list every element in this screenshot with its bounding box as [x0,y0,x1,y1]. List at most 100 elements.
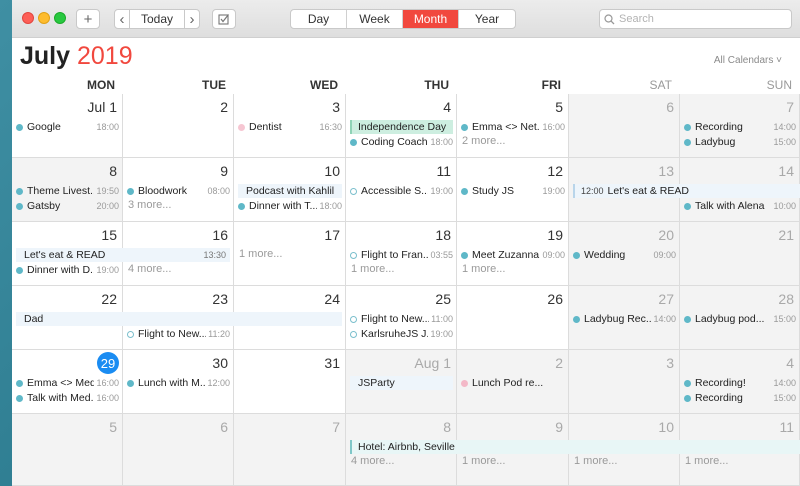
tasks-button[interactable] [212,9,236,29]
day-number: 19 [547,227,563,243]
calendar-event[interactable]: Ladybug 15:00 [684,135,796,149]
calendar-event[interactable]: Recording! 14:00 [684,376,796,390]
day-cell[interactable]: 21 [680,222,800,286]
more-events-link[interactable]: 1 more... [462,455,505,467]
year-label: 2019 [76,42,133,70]
calendar-event[interactable]: Bloodwork 08:00 [127,184,230,198]
search-input[interactable] [619,13,779,25]
minimize-window-button[interactable] [38,12,50,24]
calendar-event[interactable]: Recording 15:00 [684,391,796,405]
more-events-link[interactable]: 2 more... [462,135,505,147]
day-cell[interactable]: 2 [123,94,234,158]
calendar-event[interactable]: Talk with Med... 16:00 [16,391,119,405]
more-events-link[interactable]: 3 more... [128,199,171,211]
event-time: 19:00 [96,265,119,275]
day-cell[interactable]: 3 Dentist 16:30 [234,94,346,158]
calendar-event[interactable]: Ladybug pod... 15:00 [684,312,796,326]
multi-day-event[interactable]: Podcast with Kahlil [238,184,342,198]
today-button[interactable]: Today [129,9,185,29]
more-events-link[interactable]: 4 more... [351,455,394,467]
calendar-event[interactable]: Lunch with M... 12:00 [127,376,230,390]
calendar-event[interactable]: Ladybug Rec... 14:00 [573,312,676,326]
next-month-button[interactable]: › [184,9,200,29]
more-events-link[interactable]: 1 more... [574,455,617,467]
event-time: 08:00 [207,186,230,196]
calendar-event[interactable]: Recording 14:00 [684,120,796,134]
event-time: 12:00 [207,378,230,388]
day-cell[interactable]: 5 [12,414,123,486]
day-cell[interactable]: 25 Flight to New... 11:00 KarlsruheJS J... 1… [346,286,457,350]
event-time: 15:00 [773,393,796,403]
calendar-event[interactable]: Flight to New... 11:00 [350,312,453,326]
add-event-button[interactable]: + [76,9,100,29]
day-cell[interactable]: 29 Emma <> Medi 16:00 Talk with Med... 16:00 [12,350,123,414]
view-day-tab[interactable]: Day [291,10,347,28]
calendar-event[interactable]: Wedding 09:00 [573,248,676,262]
close-window-button[interactable] [22,12,34,24]
calendar-event[interactable]: Study JS 19:00 [461,184,565,198]
day-cell[interactable]: 27 Ladybug Rec... 14:00 [569,286,680,350]
more-events-link[interactable]: 1 more... [351,263,394,275]
event-time: 16:00 [542,122,565,132]
day-cell[interactable]: 26 [457,286,569,350]
day-cell[interactable]: 20 Wedding 09:00 [569,222,680,286]
calendar-event[interactable]: Coding Coach 18:00 [350,135,453,149]
calendar-event[interactable]: Dentist 16:30 [238,120,342,134]
day-cell[interactable]: 11 Accessible S... 19:00 [346,158,457,222]
day-number: Aug 1 [414,355,451,371]
day-cell[interactable]: 7 [234,414,346,486]
day-cell[interactable]: 6 [123,414,234,486]
calendar-event[interactable]: Dinner with T... 18:00 [238,199,342,213]
search-field[interactable] [599,9,792,29]
day-cell[interactable]: 19 Meet Zuzanna 09:00 1 more... [457,222,569,286]
calendar-event[interactable]: Lunch Pod re... [461,376,565,390]
more-events-link[interactable]: 4 more... [128,263,171,275]
day-cell[interactable]: 12 Study JS 19:00 [457,158,569,222]
more-events-link[interactable]: 1 more... [685,455,728,467]
view-month-tab[interactable]: Month [403,10,459,28]
calendar-event[interactable]: KarlsruheJS J... 19:00 [350,327,453,341]
multi-day-event[interactable]: Independence Day [350,120,453,134]
day-cell[interactable]: 18 Flight to Fran... 03:55 1 more... [346,222,457,286]
calendar-event[interactable]: Flight to Fran... 03:55 [350,248,453,262]
calendar-event[interactable]: Talk with Alena 10:00 [684,199,796,213]
day-cell[interactable]: 30 Lunch with M... 12:00 [123,350,234,414]
day-cell[interactable]: 17 1 more... [234,222,346,286]
calendar-event[interactable]: Emma <> Medi 16:00 [16,376,119,390]
previous-month-button[interactable]: ‹ [114,9,130,29]
day-cell[interactable]: 5 Emma <> Net... 16:00 2 more... [457,94,569,158]
event-time: 09:00 [653,250,676,260]
calendar-event[interactable]: Flight to New... 11:20 [127,327,230,341]
day-cell[interactable]: 31 [234,350,346,414]
day-cell[interactable]: 2 Lunch Pod re... [457,350,569,414]
multi-day-event[interactable]: Hotel: Airbnb, Seville [350,440,800,454]
view-year-tab[interactable]: Year [459,10,515,28]
calendar-event[interactable]: Theme Livest... 19:50 [16,184,119,198]
day-cell[interactable]: 4 Recording! 14:00 Recording 15:00 [680,350,800,414]
event-time: 16:00 [96,393,119,403]
calendar-event[interactable]: Google 18:00 [16,120,119,134]
day-cell[interactable]: 9 Bloodwork 08:00 3 more... [123,158,234,222]
all-calendars-menu[interactable]: All Calendars ˅ [714,55,782,66]
day-cell[interactable]: 8 Theme Livest... 19:50 Gatsby 20:00 [12,158,123,222]
more-events-link[interactable]: 1 more... [462,263,505,275]
multi-day-event[interactable]: 12:00 Let's eat & READ [573,184,800,198]
calendar-event[interactable]: Accessible S... 19:00 [350,184,453,198]
calendar-event[interactable]: Emma <> Net... 16:00 [461,120,565,134]
day-cell[interactable]: 6 [569,94,680,158]
multi-day-event[interactable]: JSParty [350,376,453,390]
view-week-tab[interactable]: Week [347,10,403,28]
multi-day-event[interactable]: Let's eat & READ 13:30 [16,248,230,262]
event-title: Ladybug Rec... [584,313,652,325]
day-cell[interactable]: 7 Recording 14:00 Ladybug 15:00 [680,94,800,158]
calendar-event[interactable]: Gatsby 20:00 [16,199,119,213]
day-cell[interactable]: 28 Ladybug pod... 15:00 [680,286,800,350]
calendar-event[interactable]: Meet Zuzanna 09:00 [461,248,565,262]
day-cell[interactable]: 3 [569,350,680,414]
maximize-window-button[interactable] [54,12,66,24]
multi-day-event[interactable]: Dad [16,312,342,326]
more-events-link[interactable]: 1 more... [239,248,282,260]
day-cell[interactable]: Jul 1 Google 18:00 [12,94,123,158]
calendar-event[interactable]: Dinner with D... 19:00 [16,263,119,277]
day-number: 8 [109,163,117,179]
